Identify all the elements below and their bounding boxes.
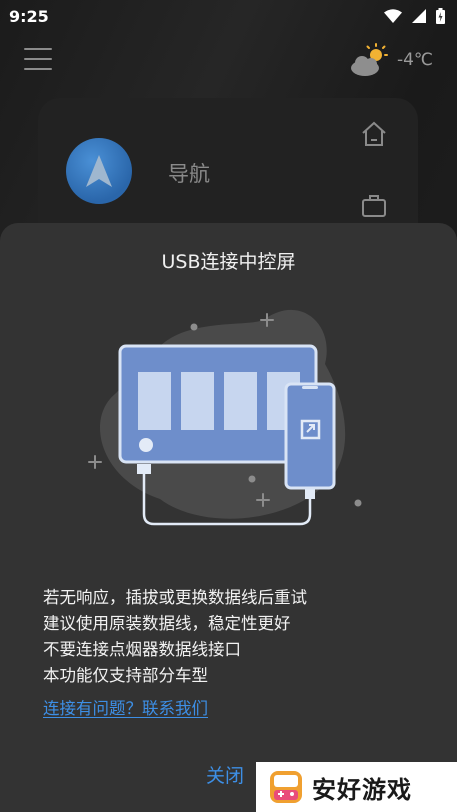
tip-line: 本功能仅支持部分车型	[43, 666, 208, 685]
briefcase-icon[interactable]	[360, 192, 388, 220]
top-bar: -4℃	[0, 36, 457, 84]
wifi-icon	[384, 9, 402, 23]
contact-us-link[interactable]: 连接有问题？联系我们	[43, 695, 208, 719]
battery-icon	[436, 8, 445, 24]
close-button[interactable]: 关闭	[206, 761, 244, 788]
navigation-arrow-icon	[86, 155, 112, 187]
home-icon[interactable]	[360, 120, 388, 148]
weather-widget: -4℃	[349, 42, 433, 78]
usb-connection-dialog: USB连接中控屏 若无响应，插拔或更换数据线后重试 建议使用原装数据线，稳定性更…	[0, 223, 457, 812]
tip-line: 若无响应，插拔或更换数据线后重试	[43, 588, 307, 607]
temperature: -4℃	[396, 50, 433, 70]
usb-connection-illustration	[88, 309, 362, 526]
game-controller-logo-icon	[270, 771, 302, 803]
navigation-app-icon[interactable]	[66, 138, 132, 204]
status-bar: 9:25	[0, 0, 457, 32]
watermark-text: 安好游戏	[312, 775, 412, 804]
signal-icon	[412, 9, 426, 23]
watermark: 安好游戏	[256, 762, 457, 812]
tip-line: 建议使用原装数据线，稳定性更好	[43, 614, 291, 633]
nav-label[interactable]: 导航	[168, 158, 210, 188]
hamburger-menu-icon[interactable]	[24, 46, 54, 72]
tip-line: 不要连接点烟器数据线接口	[43, 640, 241, 659]
status-time: 9:25	[9, 6, 49, 26]
dialog-title: USB连接中控屏	[161, 251, 296, 273]
partly-cloudy-icon	[350, 43, 388, 76]
status-icons	[384, 8, 445, 24]
tips-list: 若无响应，插拔或更换数据线后重试 建议使用原装数据线，稳定性更好 不要连接点烟器…	[43, 585, 423, 689]
